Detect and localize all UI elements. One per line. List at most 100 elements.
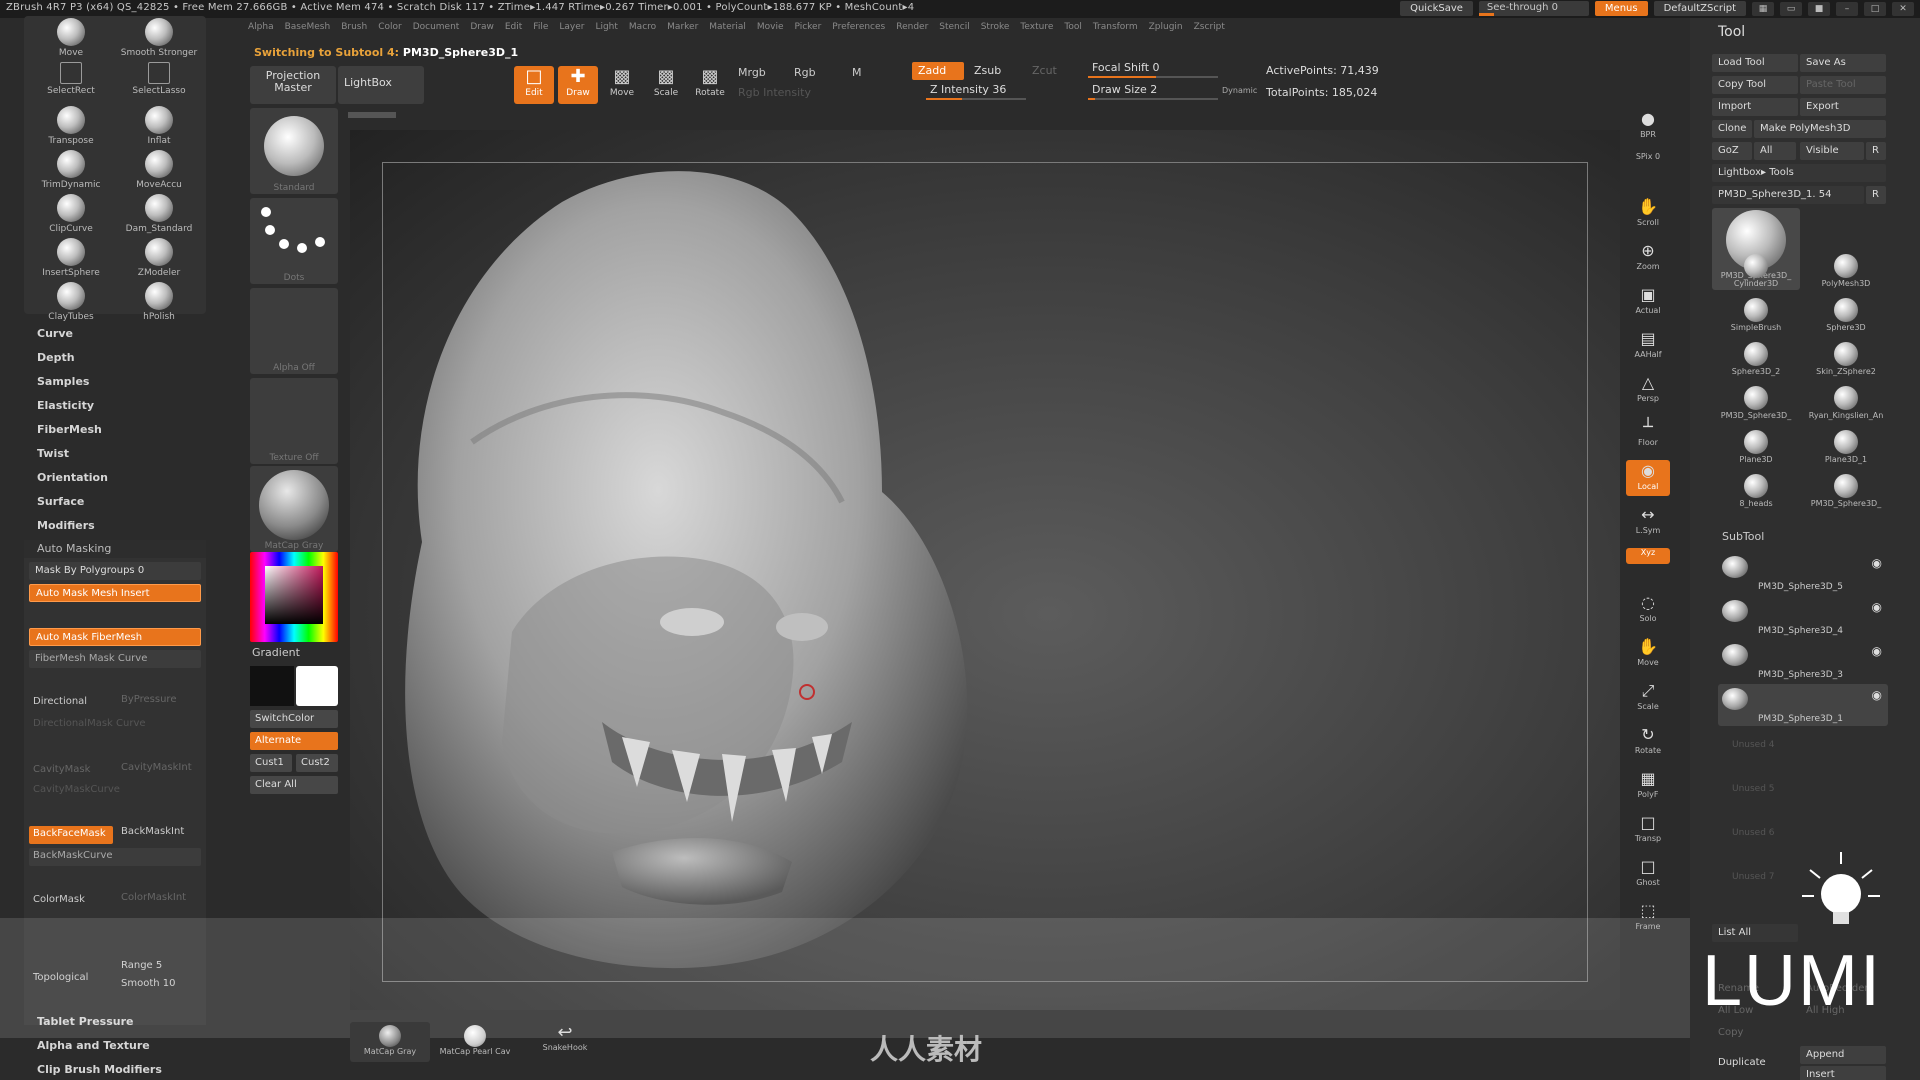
tool-thumb[interactable]: Sphere3D	[1802, 296, 1890, 338]
view-button-spix-0[interactable]: SPix 0	[1626, 152, 1670, 168]
tool-thumb[interactable]: Ryan_Kingslien_An	[1802, 384, 1890, 426]
backmask-curve[interactable]: BackMaskCurve	[29, 848, 201, 866]
brush-dam-standard[interactable]: Dam_Standard	[116, 194, 202, 234]
switchcolor-button[interactable]: SwitchColor	[250, 710, 338, 728]
draw-size-slider[interactable]: Draw Size 2	[1088, 82, 1218, 100]
view-button-polyf[interactable]: ▦ PolyF	[1626, 768, 1670, 804]
subtool-row[interactable]: PM3D_Sphere3D_4 ◉	[1718, 596, 1888, 638]
menu-section-samples[interactable]: Samples	[24, 370, 206, 394]
rgb-intensity-slider[interactable]: Rgb Intensity	[738, 86, 811, 99]
tool-thumb[interactable]: SimpleBrush	[1712, 296, 1800, 338]
menu-section-clip-brush-modifiers[interactable]: Clip Brush Modifiers	[24, 1058, 206, 1080]
move-mode-button[interactable]: ▩ Move	[602, 66, 642, 104]
menu-item-picker[interactable]: Picker	[794, 22, 821, 38]
maximize-icon[interactable]: □	[1864, 1, 1886, 16]
clone-button[interactable]: Clone	[1712, 120, 1752, 138]
tool-thumb[interactable]: Sphere3D_2	[1712, 340, 1800, 382]
menu-item-file[interactable]: File	[533, 22, 548, 38]
lightbox-button[interactable]: LightBox	[338, 66, 424, 104]
brush-inflat[interactable]: Inflat	[116, 106, 202, 146]
view-button-zoom[interactable]: ⊕ Zoom	[1626, 240, 1670, 276]
menu-item-marker[interactable]: Marker	[667, 22, 698, 38]
menu-item-macro[interactable]: Macro	[629, 22, 656, 38]
draw-button[interactable]: ✚ Draw	[558, 66, 598, 104]
view-button-move[interactable]: ✋ Move	[1626, 636, 1670, 672]
view-button-scale[interactable]: ⤢ Scale	[1626, 680, 1670, 716]
goz-visible-button[interactable]: Visible	[1800, 142, 1864, 160]
menu-item-transform[interactable]: Transform	[1093, 22, 1138, 38]
scale-mode-button[interactable]: ▩ Scale	[646, 66, 686, 104]
texture-tile[interactable]: Texture Off	[250, 378, 338, 464]
menu-section-surface[interactable]: Surface	[24, 490, 206, 514]
view-button-actual[interactable]: ▣ Actual	[1626, 284, 1670, 320]
menu-item-brush[interactable]: Brush	[341, 22, 367, 38]
rgb-button[interactable]: Rgb	[794, 66, 816, 79]
view-button-solo[interactable]: ◌ Solo	[1626, 592, 1670, 628]
menu-item-zplugin[interactable]: Zplugin	[1149, 22, 1183, 38]
goz-r-button[interactable]: R	[1866, 142, 1886, 160]
copy-tool-button[interactable]: Copy Tool	[1712, 76, 1798, 94]
menu-item-stroke[interactable]: Stroke	[981, 22, 1010, 38]
brush-claytubes[interactable]: ClayTubes	[28, 282, 114, 322]
brush-smooth-stronger[interactable]: Smooth Stronger	[116, 18, 202, 58]
view-button-xyz[interactable]: Xyz	[1626, 548, 1670, 564]
minimize-icon[interactable]: –	[1836, 1, 1858, 16]
zcut-button[interactable]: Zcut	[1026, 62, 1066, 80]
zsub-button[interactable]: Zsub	[968, 62, 1020, 80]
layout-icon[interactable]: ▦	[1752, 1, 1774, 16]
gradient-label[interactable]: Gradient	[252, 646, 300, 659]
menu-item-draw[interactable]: Draw	[470, 22, 494, 38]
clear-all-button[interactable]: Clear All	[250, 776, 338, 794]
eye-icon[interactable]: ◉	[1872, 600, 1882, 614]
menu-section-depth[interactable]: Depth	[24, 346, 206, 370]
cavitymaskint-slider[interactable]: CavityMaskInt	[117, 760, 201, 778]
colormask-button[interactable]: ColorMask	[29, 892, 113, 910]
directionalmask-curve[interactable]: DirectionalMask Curve	[29, 716, 201, 734]
matcap-gray-tray-item[interactable]: MatCap Gray	[350, 1022, 430, 1062]
auto-mask-mesh-insert-button[interactable]: Auto Mask Mesh Insert	[29, 584, 201, 602]
view-button-local[interactable]: ◉ Local	[1626, 460, 1670, 496]
make-polymesh3d-button[interactable]: Make PolyMesh3D	[1754, 120, 1886, 138]
tool-palette-title[interactable]: Tool	[1690, 24, 1920, 44]
append-button[interactable]: Append	[1800, 1046, 1886, 1064]
view-button-persp[interactable]: △ Persp	[1626, 372, 1670, 408]
import-button[interactable]: Import	[1712, 98, 1798, 116]
subtool-row[interactable]: PM3D_Sphere3D_3 ◉	[1718, 640, 1888, 682]
view-button-aahalf[interactable]: ▤ AAHalf	[1626, 328, 1670, 364]
snakehook-tray-item[interactable]: ↩ SnakeHook	[522, 1022, 608, 1062]
sculpted-creature-head[interactable]	[382, 162, 1022, 982]
menu-item-light[interactable]: Light	[595, 22, 617, 38]
dynamic-button[interactable]: Dynamic	[1222, 86, 1257, 95]
tool-thumb[interactable]: Plane3D	[1712, 428, 1800, 470]
default-zscript-button[interactable]: DefaultZScript	[1653, 1, 1746, 16]
lock-icon[interactable]: ■	[1808, 1, 1830, 16]
alternate-button[interactable]: Alternate	[250, 732, 338, 750]
fibermesh-mask-curve[interactable]: FiberMesh Mask Curve	[29, 650, 201, 668]
auto-masking-title[interactable]: Auto Masking	[24, 540, 206, 558]
tool-thumb[interactable]: 8_heads	[1712, 472, 1800, 514]
bypressure-slider[interactable]: ByPressure	[117, 692, 201, 710]
view-button-scroll[interactable]: ✋ Scroll	[1626, 196, 1670, 232]
menu-item-zscript[interactable]: Zscript	[1194, 22, 1225, 38]
subtool-row[interactable]: PM3D_Sphere3D_5 ◉	[1718, 552, 1888, 594]
brush-moveaccu[interactable]: MoveAccu	[116, 150, 202, 190]
close-icon[interactable]: ✕	[1892, 1, 1914, 16]
menu-item-alpha[interactable]: Alpha	[248, 22, 274, 38]
brush-hpolish[interactable]: hPolish	[116, 282, 202, 322]
menu-item-edit[interactable]: Edit	[505, 22, 522, 38]
tool-thumb[interactable]: PM3D_Sphere3D_	[1802, 472, 1890, 514]
brush-trimdynamic[interactable]: TrimDynamic	[28, 150, 114, 190]
quicksave-button[interactable]: QuickSave	[1400, 1, 1473, 16]
tool-thumb[interactable]: PolyMesh3D	[1802, 252, 1890, 294]
menu-item-preferences[interactable]: Preferences	[832, 22, 885, 38]
lightbox-tools-button[interactable]: Lightbox▸ Tools	[1712, 164, 1886, 182]
view-button-l-sym[interactable]: ↔ L.Sym	[1626, 504, 1670, 540]
brush-selectrect[interactable]: SelectRect	[28, 62, 114, 96]
brush-transpose[interactable]: Transpose	[28, 106, 114, 146]
paste-tool-button[interactable]: Paste Tool	[1800, 76, 1886, 94]
primary-color-swatch[interactable]	[250, 666, 294, 706]
eye-icon[interactable]: ◉	[1872, 556, 1882, 570]
edit-button[interactable]: □ Edit	[514, 66, 554, 104]
menu-item-layer[interactable]: Layer	[559, 22, 584, 38]
see-through-slider[interactable]: See-through 0	[1478, 1, 1589, 16]
